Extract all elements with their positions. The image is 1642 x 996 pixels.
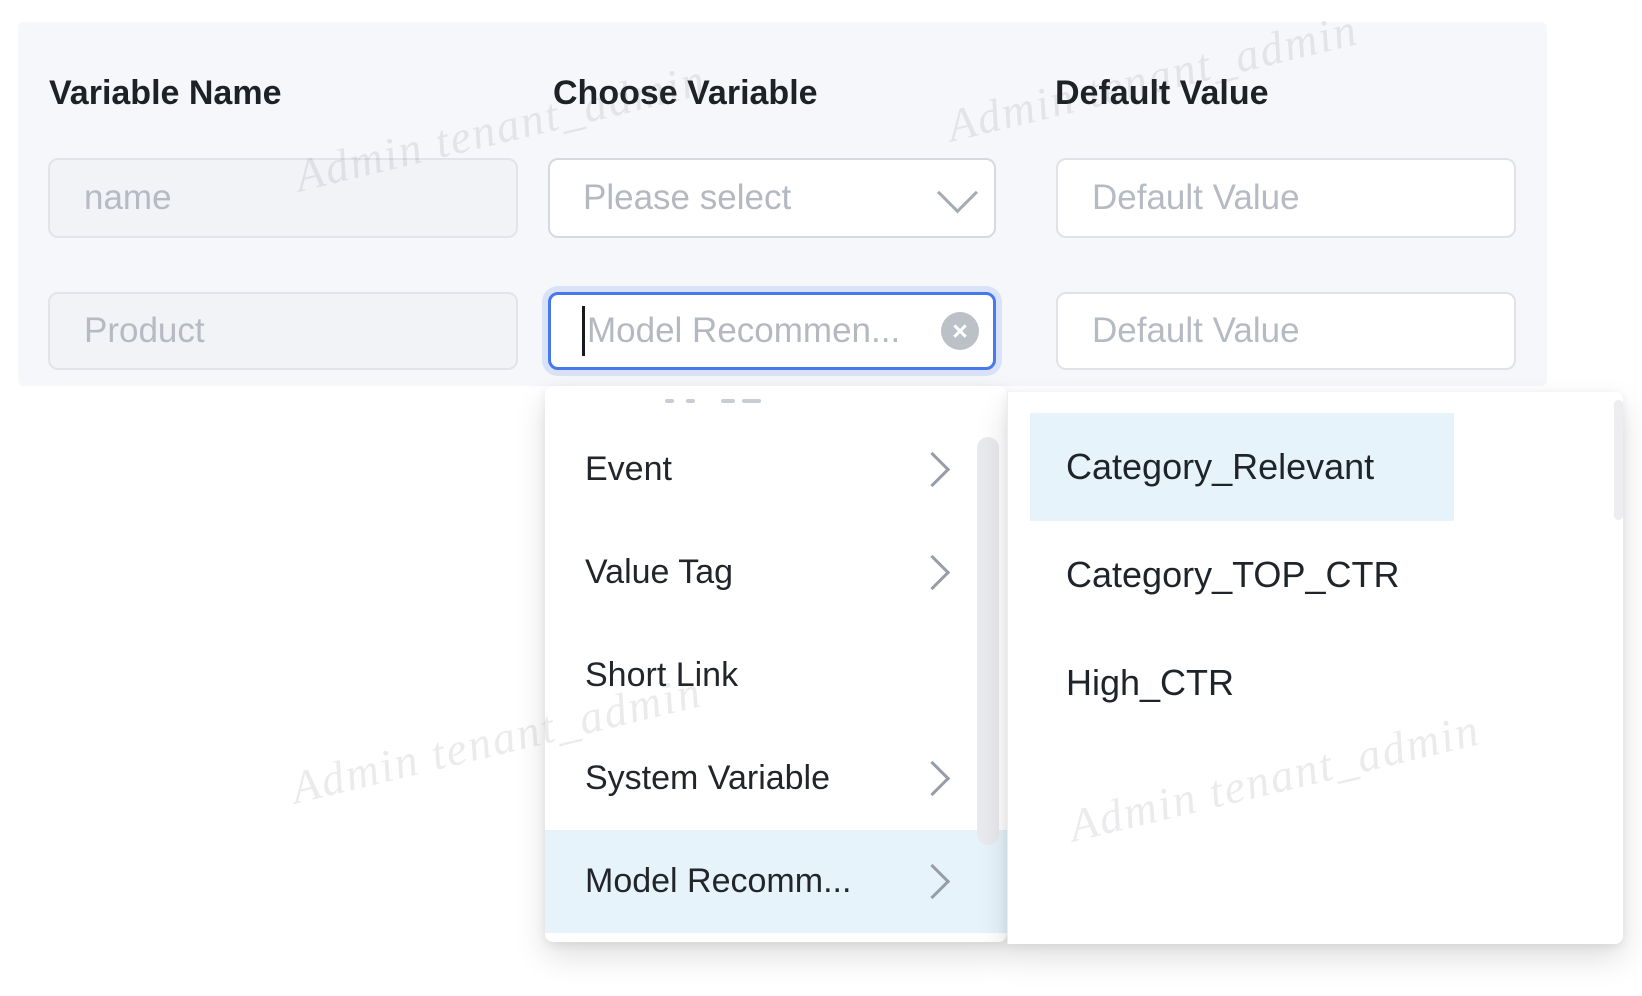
chevron-right-icon <box>915 864 950 899</box>
dropdown-item-value-tag[interactable]: Value Tag <box>545 521 1007 624</box>
dropdown-item-event[interactable]: Event <box>545 418 1007 521</box>
submenu-scrollbar-thumb[interactable] <box>1614 400 1623 520</box>
choose-variable-select-row1[interactable]: Please select <box>548 158 996 238</box>
screen: Variable Name Choose Variable Default Va… <box>0 0 1642 996</box>
choose-variable-select-row2[interactable]: Model Recommen... × <box>548 292 996 370</box>
select-value: Model Recommen... <box>587 311 941 351</box>
choose-variable-dropdown: Event Value Tag Short Link System Variab… <box>545 386 1007 942</box>
column-header-default-value: Default Value <box>1055 74 1269 113</box>
dropdown-item-system-variable[interactable]: System Variable <box>545 727 1007 830</box>
default-value-input-row1[interactable] <box>1056 158 1516 238</box>
submenu-item-high-ctr[interactable]: High_CTR <box>1008 629 1623 737</box>
select-placeholder: Please select <box>583 178 943 218</box>
choose-variable-submenu: Category_Relevant Category_TOP_CTR High_… <box>1007 392 1623 944</box>
chevron-right-icon <box>915 555 950 590</box>
variable-name-input-row2[interactable] <box>48 292 518 370</box>
chevron-right-icon <box>915 761 950 796</box>
text-cursor <box>582 306 585 356</box>
variable-form-panel: Variable Name Choose Variable Default Va… <box>18 22 1547 386</box>
chevron-down-icon <box>937 172 978 213</box>
clear-icon[interactable]: × <box>941 312 979 350</box>
dropdown-item-short-link[interactable]: Short Link <box>545 624 1007 727</box>
column-header-choose-variable: Choose Variable <box>553 74 818 113</box>
variable-name-input-row1[interactable] <box>48 158 518 238</box>
column-header-variable-name: Variable Name <box>49 74 281 113</box>
dropdown-scrollbar-thumb[interactable] <box>977 437 999 845</box>
default-value-input-row2[interactable] <box>1056 292 1516 370</box>
dropdown-item-model-recommend[interactable]: Model Recomm... <box>545 830 1007 933</box>
chevron-right-icon <box>915 452 950 487</box>
submenu-item-category-top-ctr[interactable]: Category_TOP_CTR <box>1008 521 1623 629</box>
submenu-item-category-relevant[interactable]: Category_Relevant <box>1030 413 1454 521</box>
